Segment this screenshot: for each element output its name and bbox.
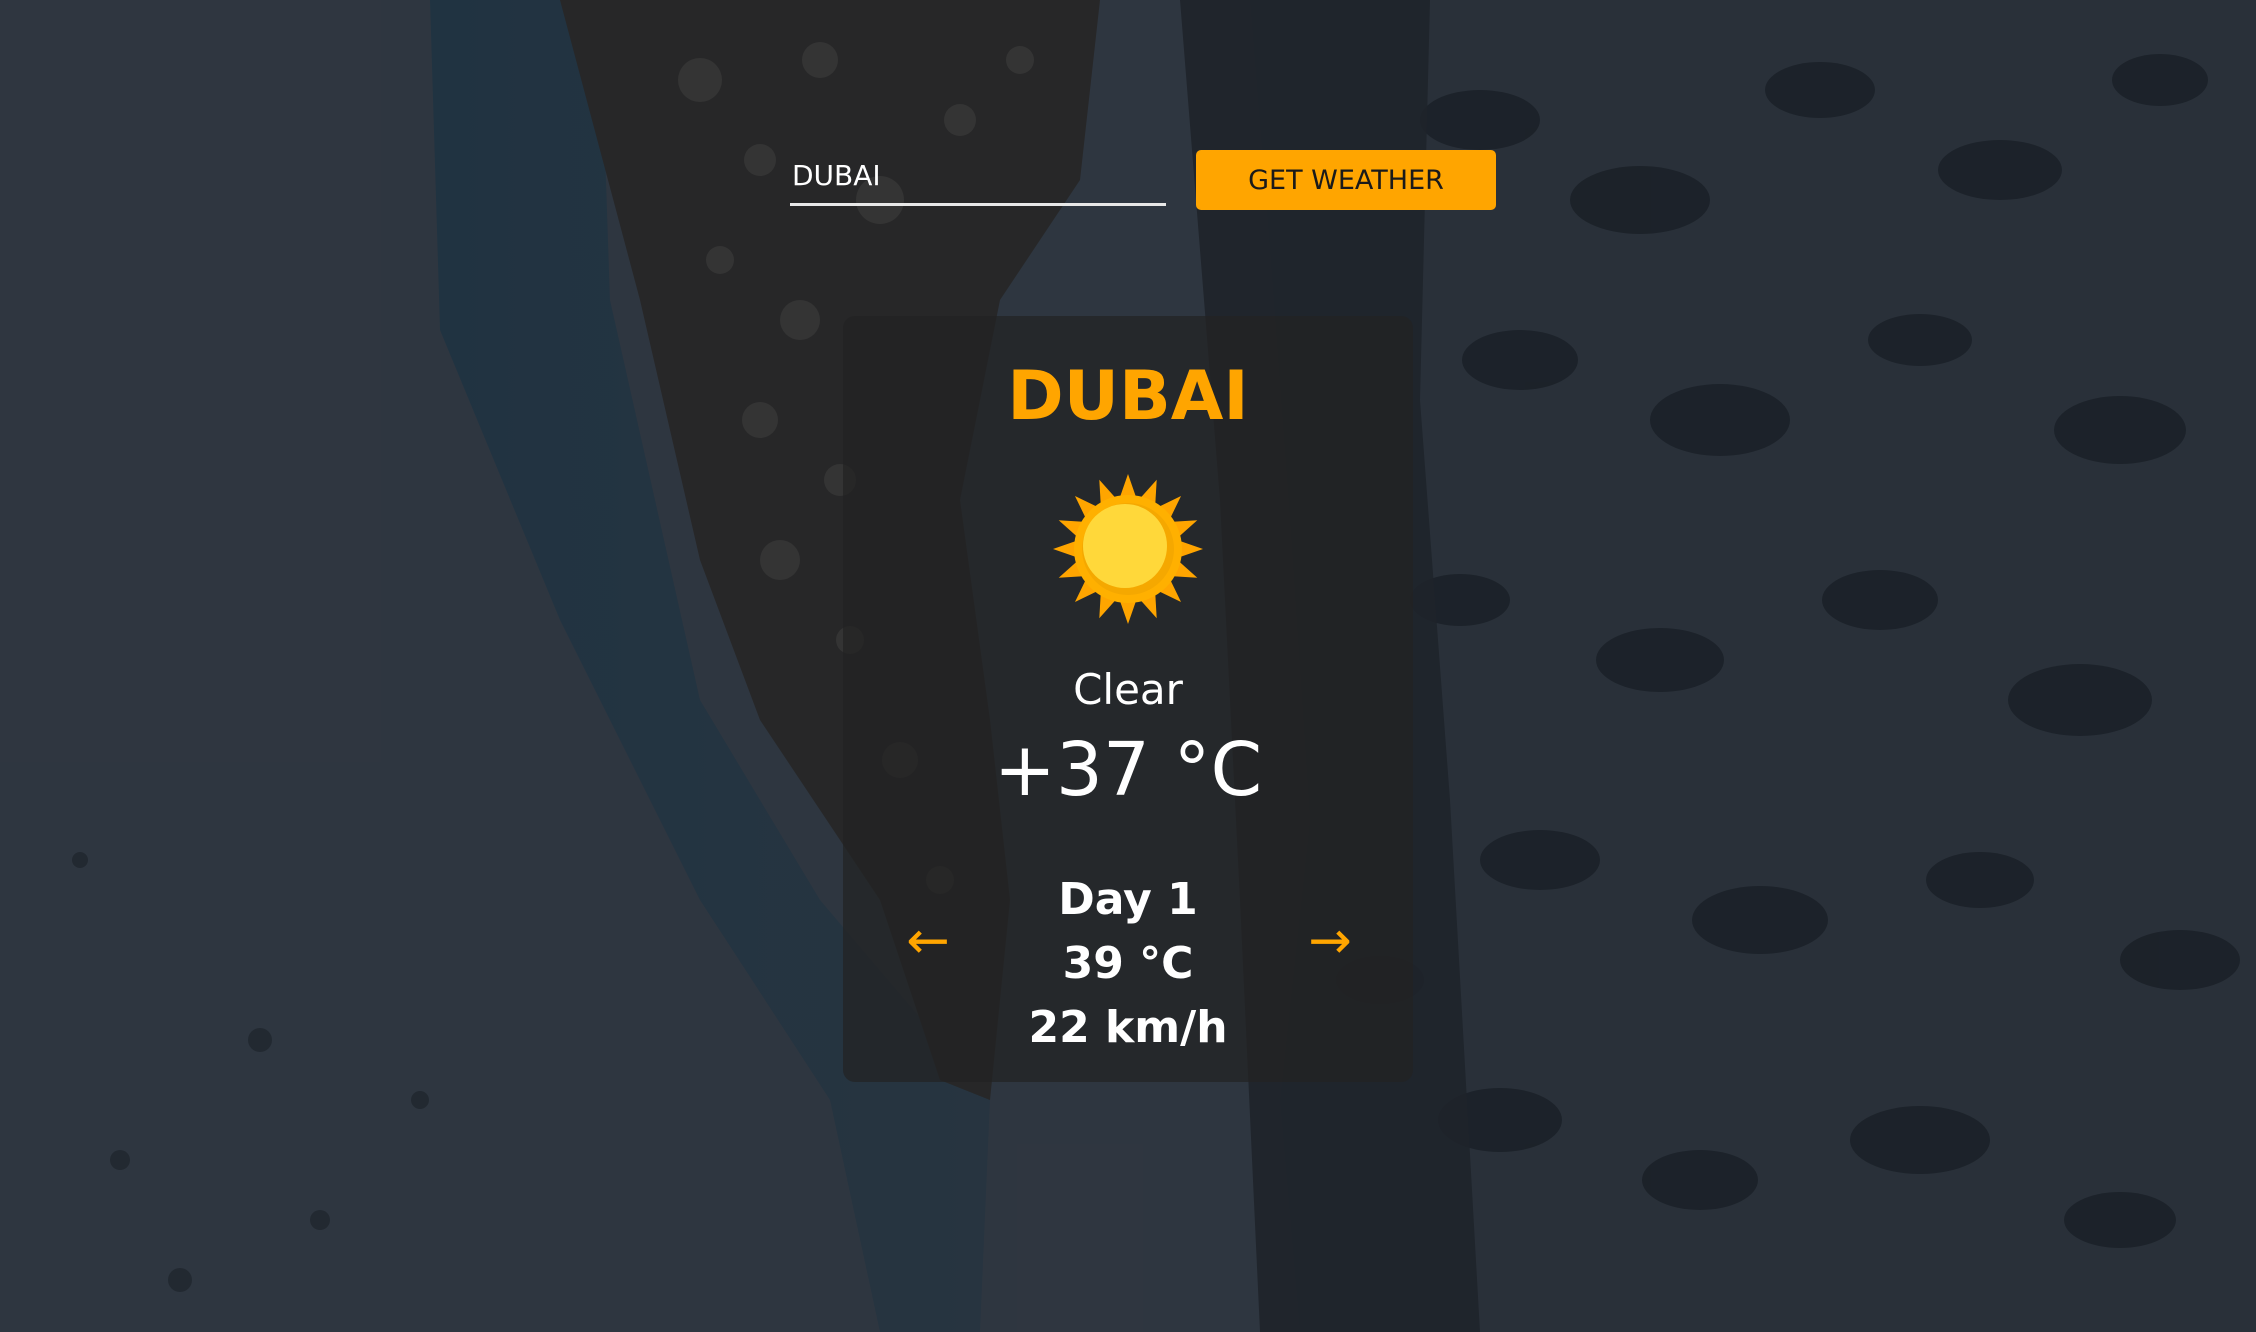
city-name: DUBAI (1007, 357, 1249, 436)
weather-page: GET WEATHER DUBAI (0, 0, 2256, 1332)
sun-icon (1053, 474, 1203, 624)
get-weather-button[interactable]: GET WEATHER (1196, 150, 1496, 210)
search-bar: GET WEATHER (790, 150, 1496, 212)
weather-card: DUBAI Clear +37 °C ← → Day 1 39 °C 22 km… (843, 316, 1413, 1082)
current-temperature: +37 °C (993, 727, 1263, 813)
forecast-panel: Day 1 39 °C 22 km/h (843, 868, 1413, 1060)
weather-condition: Clear (1073, 665, 1183, 714)
forecast-wind: 22 km/h (1028, 1002, 1228, 1053)
city-search-input[interactable] (790, 156, 1166, 206)
forecast-day: Day 1 (1058, 874, 1198, 925)
forecast-temperature: 39 °C (1062, 938, 1194, 989)
